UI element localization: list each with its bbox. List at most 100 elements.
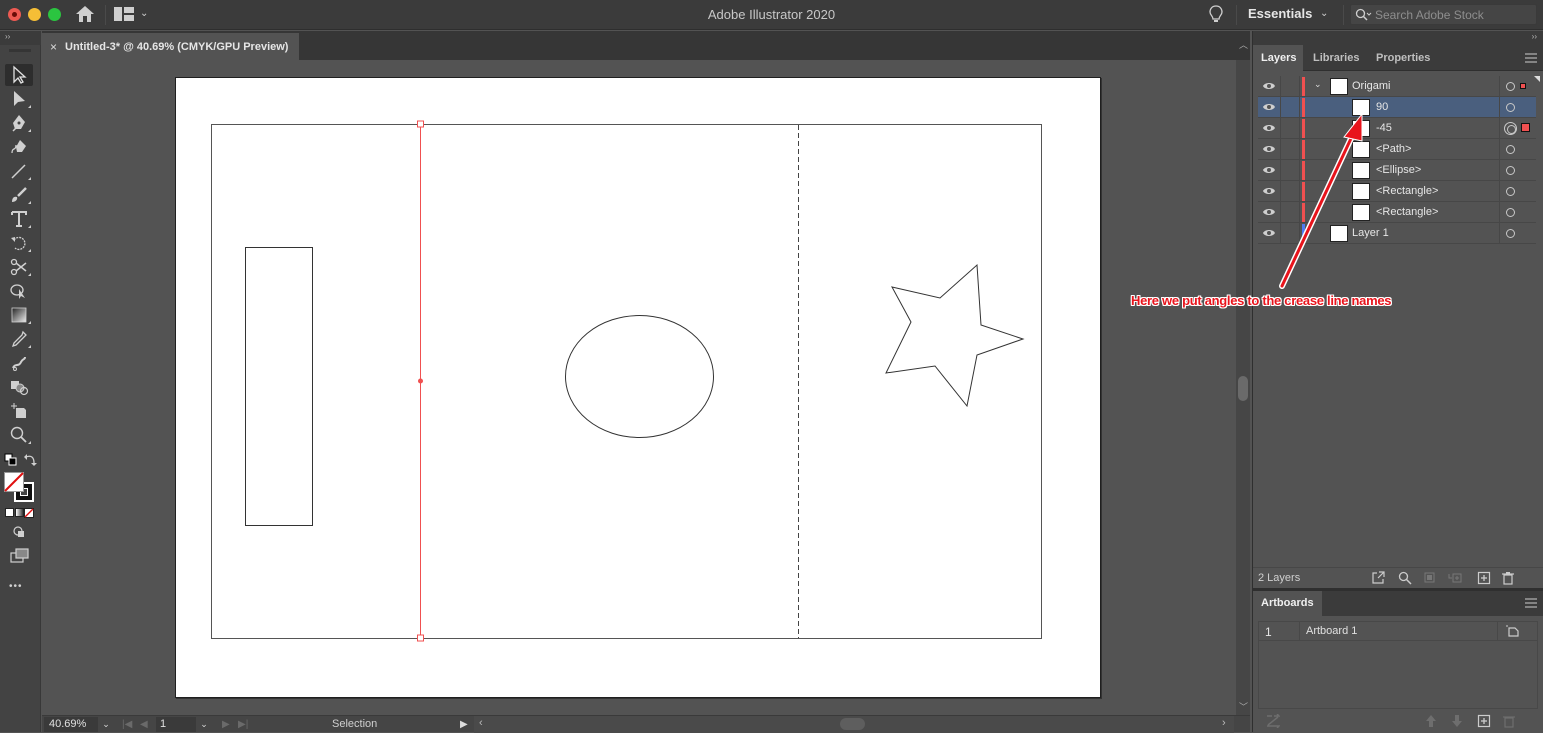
sublayer-row[interactable]: -45 (1258, 118, 1536, 139)
arrange-documents-icon[interactable] (114, 7, 134, 21)
visibility-eye-icon[interactable] (1262, 164, 1276, 176)
stock-search-box[interactable] (1350, 4, 1537, 25)
target-circle-icon[interactable] (1506, 208, 1515, 217)
target-circle-icon[interactable] (1506, 229, 1515, 238)
lock-toggle[interactable] (1299, 118, 1300, 139)
layer-name[interactable]: <Path> (1376, 143, 1411, 155)
pen-tool[interactable] (5, 112, 33, 134)
sublayer-row[interactable]: <Ellipse> (1258, 160, 1536, 181)
visibility-eye-icon[interactable] (1262, 227, 1276, 239)
none-mode-button[interactable] (24, 508, 34, 518)
scissors-tool[interactable] (5, 256, 33, 278)
direct-selection-tool[interactable] (5, 88, 33, 110)
window-close-button[interactable] (8, 8, 21, 21)
line-segment-tool[interactable] (5, 160, 33, 182)
sublayer-row[interactable]: 90 (1258, 97, 1536, 118)
locate-object-icon[interactable] (1398, 571, 1412, 585)
export-icon[interactable] (1371, 571, 1385, 585)
tab-properties[interactable]: Properties (1368, 45, 1438, 71)
artboard-name[interactable]: Artboard 1 (1306, 625, 1357, 637)
status-menu-button[interactable]: ▶ (460, 717, 468, 732)
target-circle-icon[interactable] (1506, 103, 1515, 112)
selection-tool[interactable] (5, 64, 33, 86)
home-icon[interactable] (75, 5, 95, 23)
ellipse-shape[interactable] (565, 315, 714, 438)
tab-layers[interactable]: Layers (1253, 45, 1303, 71)
paper-rectangle[interactable] (211, 124, 1042, 639)
color-mode-button[interactable] (5, 508, 14, 517)
lightbulb-icon[interactable] (1208, 4, 1224, 24)
layer-name[interactable]: 90 (1376, 101, 1388, 113)
scroll-left-icon[interactable]: ‹ (479, 717, 483, 729)
lock-toggle[interactable] (1299, 139, 1300, 160)
scroll-right-icon[interactable]: › (1222, 717, 1226, 729)
lock-toggle[interactable] (1299, 181, 1300, 202)
document-tab[interactable]: × Untitled-3* @ 40.69% (CMYK/GPU Preview… (42, 33, 299, 60)
star-path[interactable] (885, 263, 1025, 408)
type-tool[interactable] (5, 208, 33, 230)
tall-rectangle[interactable] (245, 247, 313, 526)
paintbrush-tool[interactable] (5, 184, 33, 206)
puppet-warp-tool[interactable] (5, 352, 33, 374)
visibility-eye-icon[interactable] (1262, 101, 1276, 113)
layer-name[interactable]: <Rectangle> (1376, 206, 1438, 218)
expand-chevron-icon[interactable]: ⌄ (1314, 79, 1322, 90)
lock-toggle[interactable] (1299, 76, 1300, 97)
artboard-number-field[interactable]: 1 (156, 717, 196, 732)
last-artboard-button[interactable]: ▶| (238, 717, 248, 732)
layer-name[interactable]: <Ellipse> (1376, 164, 1421, 176)
draw-mode-icon[interactable] (12, 525, 26, 539)
chevron-down-icon[interactable]: ⌄ (140, 8, 148, 19)
artboard-dropdown-icon[interactable]: ⌄ (196, 717, 212, 732)
tab-artboards[interactable]: Artboards (1253, 591, 1322, 616)
target-circle-icon[interactable] (1506, 145, 1515, 154)
blend-tool[interactable] (5, 376, 33, 398)
more-tools-button[interactable]: ••• (9, 581, 23, 592)
zoom-level-field[interactable]: 40.69% (44, 717, 98, 732)
vertical-scroll-thumb[interactable] (1238, 376, 1248, 401)
window-minimize-button[interactable] (28, 8, 41, 21)
lock-toggle[interactable] (1299, 160, 1300, 181)
visibility-eye-icon[interactable] (1262, 206, 1276, 218)
chevron-down-icon[interactable]: ⌄ (1320, 8, 1328, 19)
swap-fill-stroke-icon[interactable] (24, 453, 37, 466)
gradient-tool[interactable] (5, 304, 33, 326)
sublayer-row[interactable]: <Rectangle> (1258, 202, 1536, 223)
sublayer-row[interactable]: <Rectangle> (1258, 181, 1536, 202)
lock-toggle[interactable] (1299, 202, 1300, 223)
artboard-tool[interactable] (5, 400, 33, 422)
artboard-options-icon[interactable] (1506, 625, 1519, 637)
visibility-eye-icon[interactable] (1262, 80, 1276, 92)
tab-libraries[interactable]: Libraries (1305, 45, 1367, 71)
visibility-eye-icon[interactable] (1262, 122, 1276, 134)
anchor-point-handle[interactable] (417, 634, 424, 642)
new-artboard-icon[interactable] (1477, 714, 1491, 728)
layer-name[interactable]: Origami (1352, 80, 1391, 92)
layer-row[interactable]: ⌄ Origami (1258, 76, 1536, 97)
horizontal-scrollbar[interactable]: ‹ › (474, 716, 1234, 733)
rotate-tool[interactable] (5, 232, 33, 254)
zoom-tool[interactable] (5, 424, 33, 446)
eyedropper-tool[interactable] (5, 328, 33, 350)
search-input[interactable] (1375, 6, 1535, 23)
curvature-tool[interactable] (5, 136, 33, 158)
selection-indicator[interactable] (1521, 123, 1530, 132)
artboards-menu-icon[interactable] (1525, 598, 1537, 608)
first-artboard-button[interactable]: |◀ (122, 717, 132, 732)
visibility-eye-icon[interactable] (1262, 143, 1276, 155)
target-circle-icon[interactable] (1506, 187, 1515, 196)
workspace-switcher[interactable]: Essentials (1248, 6, 1312, 21)
visibility-eye-icon[interactable] (1262, 185, 1276, 197)
previous-artboard-button[interactable]: ◀ (140, 717, 148, 732)
default-fill-stroke-icon[interactable] (4, 453, 17, 466)
next-artboard-button[interactable]: ▶ (222, 717, 230, 732)
shape-builder-tool[interactable] (5, 280, 33, 302)
target-circle-icon[interactable] (1504, 122, 1517, 135)
sublayer-row[interactable]: <Path> (1258, 139, 1536, 160)
window-maximize-button[interactable] (48, 8, 61, 21)
toolbar-grip[interactable] (9, 49, 31, 52)
panel-menu-icon[interactable] (1525, 53, 1537, 63)
target-circle-icon[interactable] (1506, 82, 1515, 91)
screen-mode-icon[interactable] (10, 548, 30, 564)
scroll-down-icon[interactable]: ﹀ (1239, 700, 1248, 713)
